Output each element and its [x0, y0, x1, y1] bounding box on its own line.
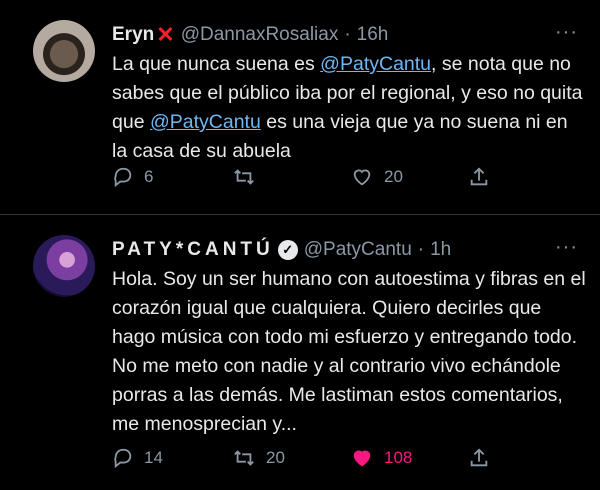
display-name[interactable]: Eryn	[112, 24, 154, 46]
retweet-icon	[232, 166, 256, 188]
verified-icon: ✓	[277, 240, 298, 260]
like-button[interactable]: 108	[350, 447, 412, 469]
more-options-icon[interactable]: ···	[555, 22, 578, 42]
tweet-text: La que nunca suena es @PatyCantu, se not…	[112, 50, 587, 166]
separator: ·	[417, 239, 425, 260]
tweet-header: Eryn ✕ @DannaxRosaliax · 16h	[112, 22, 388, 48]
text-segment: La que nunca suena es	[112, 53, 321, 75]
like-button[interactable]: 20	[350, 166, 403, 188]
retweet-button[interactable]: 20	[232, 447, 285, 469]
text-segment: Hola. Soy un ser humano con autoestima y…	[112, 268, 586, 435]
share-icon	[468, 447, 490, 469]
heart-icon	[350, 166, 374, 188]
separator: ·	[344, 24, 351, 45]
action-bar: 14 20 108	[112, 443, 502, 473]
handle[interactable]: @DannaxRosaliax	[181, 24, 339, 46]
action-bar: 6 20	[112, 162, 502, 192]
timestamp[interactable]: 1h	[430, 239, 451, 261]
red-x-icon: ✕	[156, 22, 175, 47]
like-count: 20	[384, 167, 403, 186]
reply-button[interactable]: 6	[112, 166, 153, 188]
handle[interactable]: @PatyCantu	[304, 239, 412, 261]
avatar[interactable]	[33, 20, 95, 82]
reply-icon	[112, 447, 134, 469]
heart-icon	[350, 447, 374, 469]
timestamp[interactable]: 16h	[357, 24, 389, 46]
reply-icon	[112, 166, 134, 188]
share-button[interactable]	[468, 447, 490, 469]
retweet-icon	[232, 447, 256, 469]
display-name[interactable]: PATY*CANTÚ	[112, 239, 274, 261]
reply-button[interactable]: 14	[112, 447, 163, 469]
share-icon	[468, 166, 490, 188]
reply-count: 6	[144, 167, 154, 186]
share-button[interactable]	[468, 166, 490, 188]
tweet-eryn[interactable]: Eryn ✕ @DannaxRosaliax · 16h ··· La que …	[0, 0, 600, 215]
like-count: 108	[384, 448, 413, 467]
avatar[interactable]	[33, 235, 95, 297]
tweet-paty[interactable]: PATY*CANTÚ ✓ @PatyCantu · 1h ··· Hola. S…	[0, 215, 600, 490]
retweet-button[interactable]	[232, 166, 266, 188]
retweet-count: 20	[266, 448, 285, 467]
more-options-icon[interactable]: ···	[555, 237, 578, 257]
tweet-header: PATY*CANTÚ ✓ @PatyCantu · 1h	[112, 237, 451, 263]
reply-count: 14	[144, 448, 163, 467]
mention-link[interactable]: @PatyCantu	[320, 53, 431, 75]
tweet-text: Hola. Soy un ser humano con autoestima y…	[112, 265, 587, 439]
mention-link[interactable]: @PatyCantu	[150, 111, 261, 133]
